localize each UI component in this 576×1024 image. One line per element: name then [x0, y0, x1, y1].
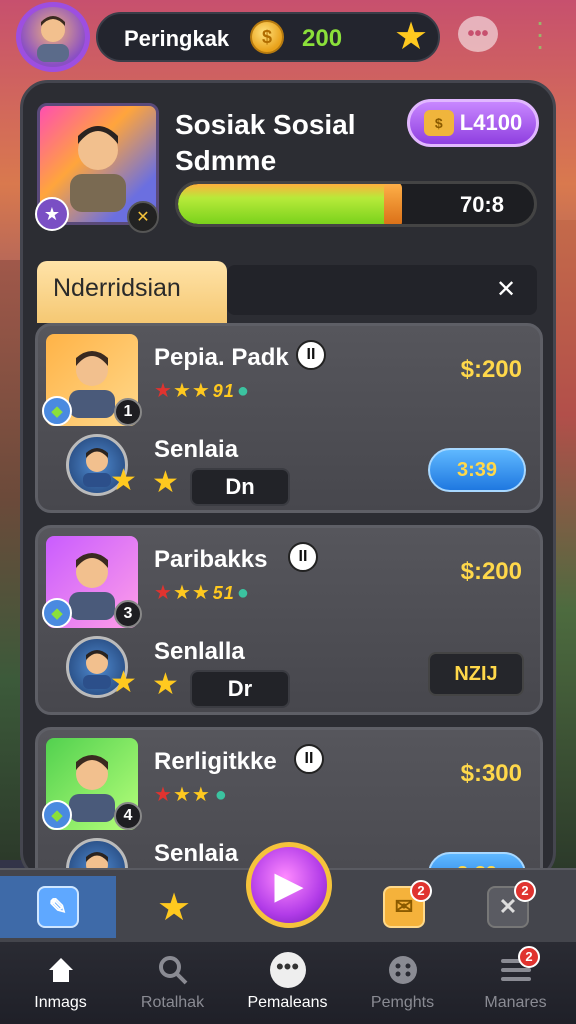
star-icon: ★	[154, 582, 173, 604]
avatar-face-icon	[37, 16, 69, 62]
favorites-tool-button[interactable]: ★	[116, 876, 232, 938]
star-icon: ★	[110, 464, 137, 497]
rating-stars: ★★★ 91 ●	[154, 378, 250, 403]
xp-progress-bar: 70:8	[175, 181, 537, 227]
menu-icon	[458, 950, 573, 990]
pause-icon[interactable]: II	[288, 542, 318, 572]
notification-badge: 2	[518, 946, 540, 968]
player-card[interactable]: ◆ 1 Pepia. Padk II ★★★ 91 ● $:200 ★ Senlai…	[35, 323, 543, 513]
flame-icon: ●	[236, 380, 250, 402]
rank-label: Peringkak	[124, 26, 230, 51]
nav-menu[interactable]: 2 Manares	[458, 946, 573, 1020]
star-icon: ★★	[172, 582, 211, 604]
gem-badge-icon: ◆	[42, 800, 72, 830]
star-icon: ★	[152, 668, 179, 701]
rating-stars: ★★★ 51 ●	[154, 580, 250, 605]
flame-icon: ●	[236, 582, 250, 604]
nav-games-label: Pemghts	[370, 994, 435, 1011]
notification-badge: 2	[410, 880, 432, 902]
player-name: Pepia. Padk	[154, 344, 289, 371]
player-level: 3	[114, 600, 142, 628]
player-score: 51	[212, 583, 235, 603]
teammate-name: Senlaia	[154, 436, 239, 463]
player-level: 1	[114, 398, 142, 426]
character-portrait-icon	[70, 126, 126, 212]
player-score: 91	[212, 381, 235, 401]
player-price: $:300	[460, 760, 522, 787]
teammate-tag: Dr	[190, 670, 290, 708]
nav-home-label: Inmags	[34, 994, 87, 1011]
chat-bubble-icon[interactable]: •••	[458, 16, 498, 52]
star-icon: ★	[154, 380, 173, 402]
rank-coins-pill[interactable]: Peringkak $ 200 ★	[96, 12, 440, 62]
more-horizontal-icon: •••	[230, 950, 345, 990]
close-icon[interactable]: ✕	[491, 275, 521, 305]
nav-menu-label: Manares	[484, 994, 547, 1011]
cash-button[interactable]: $ L4100	[407, 99, 539, 147]
teammate-name: Senlaia	[154, 840, 239, 867]
gem-badge-icon: ◆	[42, 598, 72, 628]
star-icon: ★	[154, 784, 173, 806]
nav-home[interactable]: Inmags	[3, 950, 118, 1020]
star-icon[interactable]: ★	[394, 18, 428, 56]
xp-progress-fill	[178, 184, 392, 224]
nav-search-label: Rotalhak	[140, 994, 205, 1011]
star-icon: ★★	[172, 784, 211, 806]
xp-progress-label: 70:8	[459, 192, 504, 217]
nav-center[interactable]: ••• Pemaleans	[230, 950, 345, 1020]
edit-icon: ✎	[37, 886, 79, 928]
gem-badge-icon: ◆	[42, 396, 72, 426]
star-icon: ★★	[172, 380, 211, 402]
crossed-swords-icon: ✕	[127, 201, 159, 233]
profile-name: Sosiak Sosial Sdmme	[175, 109, 356, 176]
flame-icon: ●	[214, 784, 228, 806]
coin-icon: $	[250, 20, 284, 54]
player-price: $:200	[460, 558, 522, 585]
play-button[interactable]: ▶	[246, 842, 332, 928]
gamepad-icon	[345, 950, 460, 990]
pause-icon[interactable]: II	[294, 744, 324, 774]
xp-progress-knob	[384, 184, 402, 224]
tab-active[interactable]: Nderridsian	[37, 261, 227, 323]
pause-icon[interactable]: II	[296, 340, 326, 370]
main-panel: ★ ✕ Sosiak Sosial Sdmme $ L4100 70:8 Nde…	[20, 80, 556, 880]
rating-stars: ★★★ ●	[154, 782, 228, 807]
search-icon	[115, 950, 230, 990]
teammate-name: Senlalla	[154, 638, 245, 665]
tab-bar: ✕	[227, 265, 537, 315]
player-avatar[interactable]	[16, 2, 90, 72]
notification-badge: 2	[514, 880, 536, 902]
player-price: $:200	[460, 356, 522, 383]
top-bar: Peringkak $ 200 ★ ••• · · ·	[0, 0, 576, 76]
home-icon	[3, 950, 118, 990]
star-icon: ★	[156, 886, 192, 929]
star-icon: ★	[152, 466, 179, 499]
coins-value: 200	[302, 25, 343, 52]
star-icon: ★	[110, 666, 137, 699]
player-name: Paribakks	[154, 546, 268, 573]
cash-icon: $	[423, 110, 454, 136]
star-badge-icon: ★	[35, 197, 69, 231]
bottom-navigation: Inmags Rotalhak ••• Pemaleans Pemghts 2 …	[0, 942, 576, 1024]
nav-center-label: Pemaleans	[247, 994, 328, 1011]
nav-games[interactable]: Pemghts	[345, 950, 460, 1020]
card-action-button[interactable]: 3:39	[428, 448, 526, 492]
edit-tool-button[interactable]: ✎	[0, 876, 116, 938]
player-level: 4	[114, 802, 142, 830]
more-vertical-icon[interactable]: · · ·	[530, 8, 550, 60]
teammate-tag: Dn	[190, 468, 290, 506]
close-tool-button[interactable]: ✕ 2	[450, 876, 566, 938]
nav-search[interactable]: Rotalhak	[115, 950, 230, 1020]
player-name: Rerligitkke	[154, 748, 277, 775]
gift-tool-button[interactable]: ✉ 2	[346, 876, 462, 938]
card-action-button[interactable]: NZIJ	[428, 652, 524, 696]
player-card[interactable]: ◆ 3 Paribakks II ★★★ 51 ● $:200 ★ Senlalla…	[35, 525, 543, 715]
cash-value: L4100	[459, 110, 523, 135]
